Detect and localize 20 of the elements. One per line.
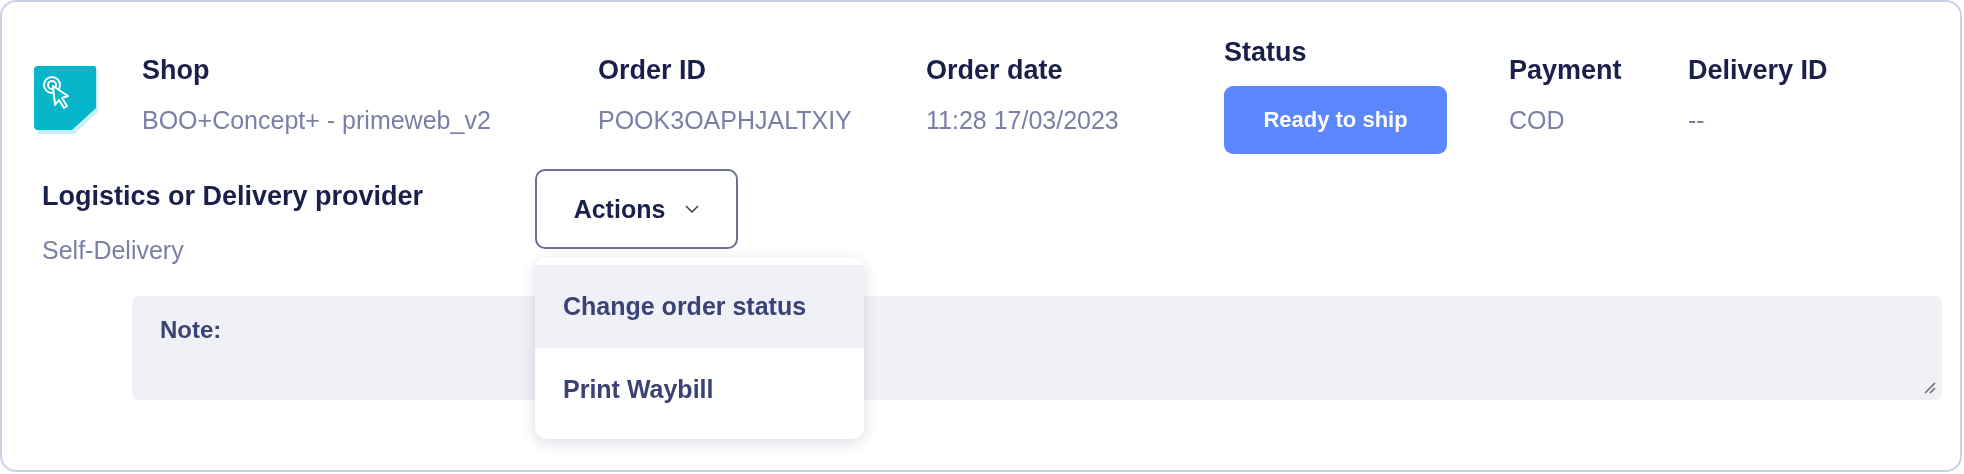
caret-icon <box>685 205 700 213</box>
field-label: Order date <box>926 54 1064 86</box>
field-label: Order ID <box>598 54 708 86</box>
field-label: Shop <box>142 54 211 86</box>
field-value: Self-Delivery <box>42 235 185 266</box>
field-label: Delivery ID <box>1688 54 1829 86</box>
menu-item[interactable]: Print Waybill <box>535 348 864 431</box>
field-value: -- <box>1688 105 1706 136</box>
field-value: 11:28 17/03/2023 <box>926 105 1120 136</box>
status-badge: Ready to ship <box>1224 86 1447 154</box>
menu-item[interactable]: Change order status <box>535 265 864 348</box>
field-label: Payment <box>1509 54 1623 86</box>
actions-dropdown-button[interactable]: Actions <box>535 169 738 249</box>
field-label: Logistics or Delivery provider <box>42 180 425 212</box>
field-label: Status <box>1224 36 1308 68</box>
field-value: BOO+Concept+ - primeweb_v2 <box>142 105 492 136</box>
note-label: Note: <box>160 316 222 343</box>
field-value: POOK3OAPHJALTXIY <box>598 105 853 136</box>
resize-handle-icon[interactable] <box>1924 382 1936 394</box>
field-value: COD <box>1509 105 1566 136</box>
